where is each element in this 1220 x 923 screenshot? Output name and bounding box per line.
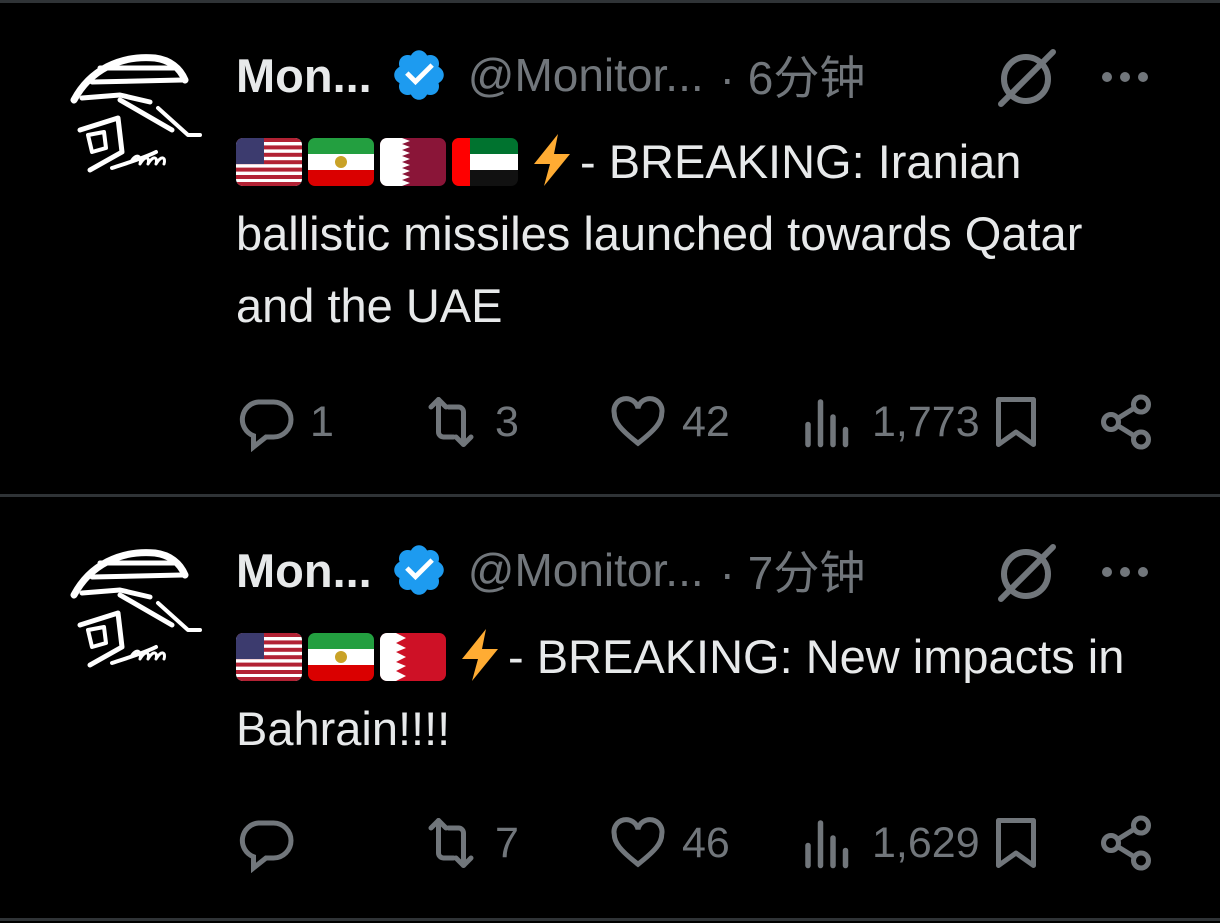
share-button[interactable] bbox=[1096, 813, 1156, 873]
views-button[interactable]: 1,773 bbox=[798, 392, 980, 452]
display-name[interactable]: Mon... bbox=[236, 543, 372, 598]
repost-icon bbox=[421, 813, 481, 873]
reply-button[interactable] bbox=[236, 813, 310, 873]
tweet-text: - BREAKING: Iranian ballistic missiles l… bbox=[236, 126, 1136, 342]
verified-badge-icon bbox=[390, 541, 448, 599]
like-button[interactable]: 46 bbox=[608, 813, 730, 873]
avatar-logo-icon bbox=[70, 54, 202, 173]
display-name[interactable]: Mon... bbox=[236, 48, 372, 103]
reply-button[interactable]: 1 bbox=[236, 392, 334, 452]
share-icon bbox=[1096, 392, 1156, 452]
bookmark-icon bbox=[986, 813, 1046, 873]
verified-badge-icon bbox=[390, 46, 448, 104]
tweet-actions: 7 46 1,629 bbox=[236, 813, 1176, 873]
views-icon bbox=[798, 813, 858, 873]
user-handle[interactable]: @Monitor... bbox=[468, 543, 704, 597]
reply-icon bbox=[236, 813, 296, 873]
views-icon bbox=[798, 392, 858, 452]
top-divider bbox=[0, 0, 1220, 3]
grok-icon[interactable] bbox=[995, 541, 1057, 603]
share-icon bbox=[1096, 813, 1156, 873]
flag-us-icon bbox=[236, 138, 302, 186]
lightning-icon bbox=[524, 132, 580, 188]
tweet-card[interactable]: Mon... @Monitor... · 7分钟 - BREAKING: New… bbox=[0, 535, 1220, 915]
avatar[interactable] bbox=[60, 40, 210, 190]
repost-icon bbox=[421, 392, 481, 452]
timestamp[interactable]: · 7分钟 bbox=[720, 537, 866, 603]
more-icon[interactable] bbox=[1098, 545, 1152, 599]
repost-count: 3 bbox=[495, 397, 519, 446]
flag-bahrain-icon bbox=[380, 633, 446, 681]
avatar-logo-icon bbox=[70, 549, 202, 668]
bookmark-button[interactable] bbox=[986, 813, 1046, 873]
more-icon[interactable] bbox=[1098, 50, 1152, 104]
tweet-card[interactable]: Mon... @Monitor... · 6分钟 - BREAKING: Ira… bbox=[0, 40, 1220, 480]
views-count: 1,629 bbox=[872, 818, 980, 867]
like-button[interactable]: 42 bbox=[608, 392, 730, 452]
tweet-divider bbox=[0, 494, 1220, 497]
bookmark-button[interactable] bbox=[986, 392, 1046, 452]
tweet-actions: 1 3 42 1,773 bbox=[236, 392, 1176, 452]
like-icon bbox=[608, 813, 668, 873]
like-count: 42 bbox=[682, 397, 730, 446]
flag-iran-icon bbox=[308, 633, 374, 681]
share-button[interactable] bbox=[1096, 392, 1156, 452]
reply-count: 1 bbox=[310, 397, 334, 446]
timestamp[interactable]: · 6分钟 bbox=[720, 42, 866, 108]
tweet-text: - BREAKING: New impacts in Bahrain!!!! bbox=[236, 621, 1136, 765]
flag-us-icon bbox=[236, 633, 302, 681]
repost-button[interactable]: 3 bbox=[421, 392, 519, 452]
views-button[interactable]: 1,629 bbox=[798, 813, 980, 873]
flag-iran-icon bbox=[308, 138, 374, 186]
reply-icon bbox=[236, 392, 296, 452]
views-count: 1,773 bbox=[872, 397, 980, 446]
repost-button[interactable]: 7 bbox=[421, 813, 519, 873]
flag-qatar-icon bbox=[380, 138, 446, 186]
user-handle[interactable]: @Monitor... bbox=[468, 48, 704, 102]
repost-count: 7 bbox=[495, 818, 519, 867]
flag-uae-icon bbox=[452, 138, 518, 186]
like-icon bbox=[608, 392, 668, 452]
bottom-divider bbox=[0, 918, 1220, 921]
avatar[interactable] bbox=[60, 535, 210, 685]
grok-icon[interactable] bbox=[995, 46, 1057, 108]
lightning-icon bbox=[452, 627, 508, 683]
like-count: 46 bbox=[682, 818, 730, 867]
bookmark-icon bbox=[986, 392, 1046, 452]
